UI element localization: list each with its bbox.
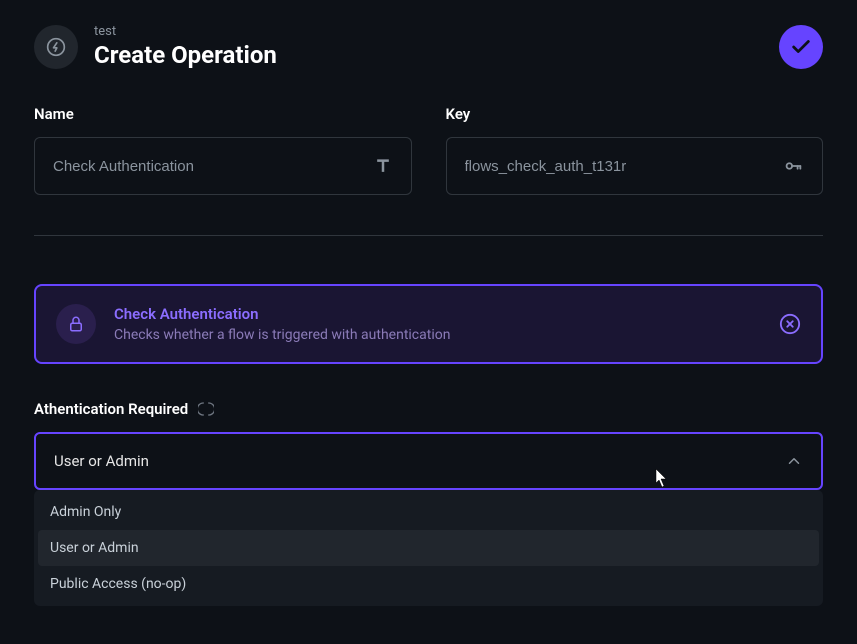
modal-header: test Create Operation	[34, 24, 823, 69]
name-field-group: Name	[34, 105, 412, 195]
key-input[interactable]	[465, 158, 783, 175]
auth-label-row: Athentication Required	[34, 400, 823, 418]
breadcrumb: test	[94, 24, 277, 39]
name-input[interactable]	[53, 158, 373, 175]
auth-select-value: User or Admin	[54, 452, 149, 470]
dropdown-option-user-admin[interactable]: User or Admin	[38, 530, 819, 566]
auth-required-label: Athentication Required	[34, 400, 188, 418]
chevron-up-icon	[785, 452, 803, 470]
dropdown-option-public[interactable]: Public Access (no-op)	[38, 566, 819, 602]
card-title: Check Authentication	[114, 305, 761, 323]
key-input-wrapper	[446, 137, 824, 195]
dropdown-option-admin[interactable]: Admin Only	[38, 494, 819, 530]
key-field-group: Key	[446, 105, 824, 195]
name-input-wrapper	[34, 137, 412, 195]
text-format-icon[interactable]	[373, 156, 393, 176]
divider	[34, 235, 823, 236]
auth-select[interactable]: User or Admin	[34, 432, 823, 490]
card-close-button[interactable]	[779, 313, 801, 335]
form-row: Name Key	[34, 105, 823, 195]
card-icon-badge	[56, 304, 96, 344]
bolt-icon	[46, 37, 66, 57]
operation-icon-badge	[34, 25, 78, 69]
check-icon	[790, 36, 812, 58]
page-title: Create Operation	[94, 41, 277, 69]
card-content: Check Authentication Checks whether a fl…	[114, 305, 761, 343]
operation-type-card: Check Authentication Checks whether a fl…	[34, 284, 823, 364]
header-left: test Create Operation	[34, 24, 277, 69]
key-icon[interactable]	[782, 155, 804, 177]
submit-button[interactable]	[779, 25, 823, 69]
auth-dropdown: Admin Only User or Admin Public Access (…	[34, 490, 823, 606]
raw-value-icon[interactable]	[198, 401, 214, 417]
close-circle-icon	[779, 313, 801, 335]
key-label: Key	[446, 105, 824, 123]
card-description: Checks whether a flow is triggered with …	[114, 327, 761, 343]
lock-icon	[67, 315, 85, 333]
name-label: Name	[34, 105, 412, 123]
